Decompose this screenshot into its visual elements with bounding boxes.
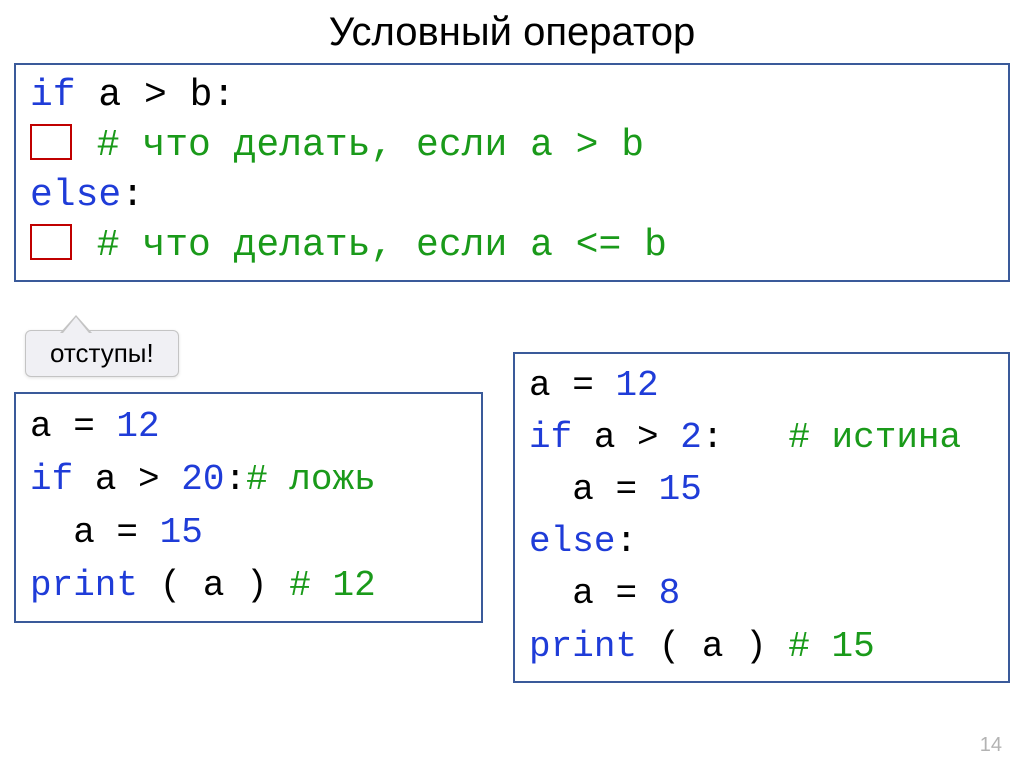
- code-line: a = 12: [529, 360, 994, 412]
- keyword-if: if: [529, 417, 572, 458]
- slide-title: Условный оператор: [14, 10, 1010, 55]
- code-text: a =: [529, 365, 615, 406]
- code-text: a > b:: [76, 74, 236, 117]
- callout-label: отступы!: [50, 338, 154, 368]
- code-text: a =: [30, 512, 160, 553]
- code-line: print ( a ) # 15: [529, 621, 994, 673]
- code-line: if a > b:: [30, 71, 994, 121]
- code-text: ( a ): [637, 626, 788, 667]
- callout-indents: отступы!: [25, 330, 179, 377]
- code-line: # что делать, если a > b: [30, 121, 994, 171]
- code-number: 15: [160, 512, 203, 553]
- code-number: 20: [181, 459, 224, 500]
- page-number: 14: [980, 734, 1002, 757]
- code-line: a = 12: [30, 400, 467, 453]
- keyword-print: print: [529, 626, 637, 667]
- keyword-else: else: [30, 174, 121, 217]
- code-comment: # истина: [788, 417, 961, 458]
- code-comment: # 12: [289, 565, 375, 606]
- code-number: 15: [659, 469, 702, 510]
- code-text: a =: [529, 469, 659, 510]
- code-text: a >: [73, 459, 181, 500]
- code-number: 12: [116, 406, 159, 447]
- code-text: ( a ): [138, 565, 289, 606]
- code-number: 8: [659, 573, 681, 614]
- code-comment: # 15: [788, 626, 874, 667]
- code-box-top: if a > b: # что делать, если a > b else:…: [14, 63, 1010, 282]
- keyword-if: if: [30, 459, 73, 500]
- keyword-print: print: [30, 565, 138, 606]
- code-text: :: [702, 417, 788, 458]
- code-line: if a > 20:# ложь: [30, 453, 467, 506]
- lower-row: a = 12 if a > 20:# ложь a = 15 print ( a…: [14, 392, 1010, 683]
- code-line: a = 15: [30, 506, 467, 559]
- code-text: a >: [572, 417, 680, 458]
- code-text: :: [615, 521, 637, 562]
- code-comment: # что делать, если a <= b: [74, 224, 667, 267]
- indent-marker: [30, 224, 72, 260]
- code-text: :: [121, 174, 144, 217]
- keyword-if: if: [30, 74, 76, 117]
- code-line: print ( a ) # 12: [30, 559, 467, 612]
- keyword-else: else: [529, 521, 615, 562]
- code-text: a =: [30, 406, 116, 447]
- code-text: a =: [529, 573, 659, 614]
- code-number: 2: [680, 417, 702, 458]
- code-comment: # ложь: [246, 459, 376, 500]
- code-box-right: a = 12 if a > 2: # истина a = 15 else: a…: [513, 352, 1010, 683]
- code-line: if a > 2: # истина: [529, 412, 994, 464]
- indent-marker: [30, 124, 72, 160]
- code-line: a = 8: [529, 568, 994, 620]
- code-box-left: a = 12 if a > 20:# ложь a = 15 print ( a…: [14, 392, 483, 623]
- code-line: else:: [529, 516, 994, 568]
- code-comment: # что делать, если a > b: [74, 124, 644, 167]
- code-text: :: [224, 459, 246, 500]
- code-line: # что делать, если a <= b: [30, 221, 994, 271]
- code-line: else:: [30, 171, 994, 221]
- code-number: 12: [615, 365, 658, 406]
- code-line: a = 15: [529, 464, 994, 516]
